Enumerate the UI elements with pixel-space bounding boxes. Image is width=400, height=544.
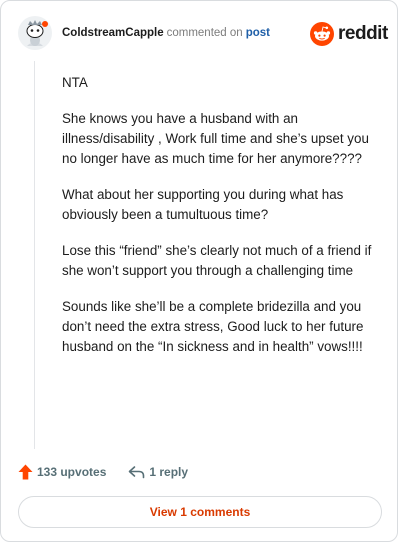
reply-label: 1 reply: [149, 465, 189, 479]
reddit-logo-icon: [310, 22, 334, 46]
upvote-arrow-icon: [18, 464, 33, 480]
username-link[interactable]: ColdstreamCapple: [62, 27, 164, 39]
comment-header: ColdstreamCapple commented on post reddit: [1, 1, 399, 67]
comment-body: NTA She knows you have a husband with an…: [62, 73, 380, 373]
comment-meta: ColdstreamCapple commented on post: [62, 27, 270, 39]
comment-paragraph: What about her supporting you during wha…: [62, 187, 344, 222]
comment-actions: 133 upvotes 1 reply: [18, 461, 188, 483]
action-text: commented on: [166, 27, 243, 39]
comment-card: ColdstreamCapple commented on post reddit …: [0, 0, 398, 542]
reddit-logo[interactable]: reddit: [310, 21, 388, 47]
comment-paragraph: She knows you have a husband with an ill…: [62, 111, 369, 166]
post-link[interactable]: post: [246, 27, 270, 39]
comment-paragraph: Lose this “friend” she’s clearly not muc…: [62, 243, 372, 278]
snoo-avatar-icon[interactable]: [18, 16, 52, 50]
upvote-count: 133 upvotes: [37, 465, 107, 479]
reply-arrow-icon: [129, 466, 145, 479]
comment-paragraph: NTA: [62, 75, 88, 90]
upvote-button[interactable]: 133 upvotes: [18, 464, 106, 480]
thread-line[interactable]: [34, 61, 35, 449]
reply-button[interactable]: 1 reply: [128, 465, 188, 479]
reddit-wordmark: reddit: [338, 23, 388, 44]
view-comments-button[interactable]: View 1 comments: [18, 496, 382, 528]
comment-paragraph: Sounds like she’ll be a complete bridezi…: [62, 299, 364, 354]
